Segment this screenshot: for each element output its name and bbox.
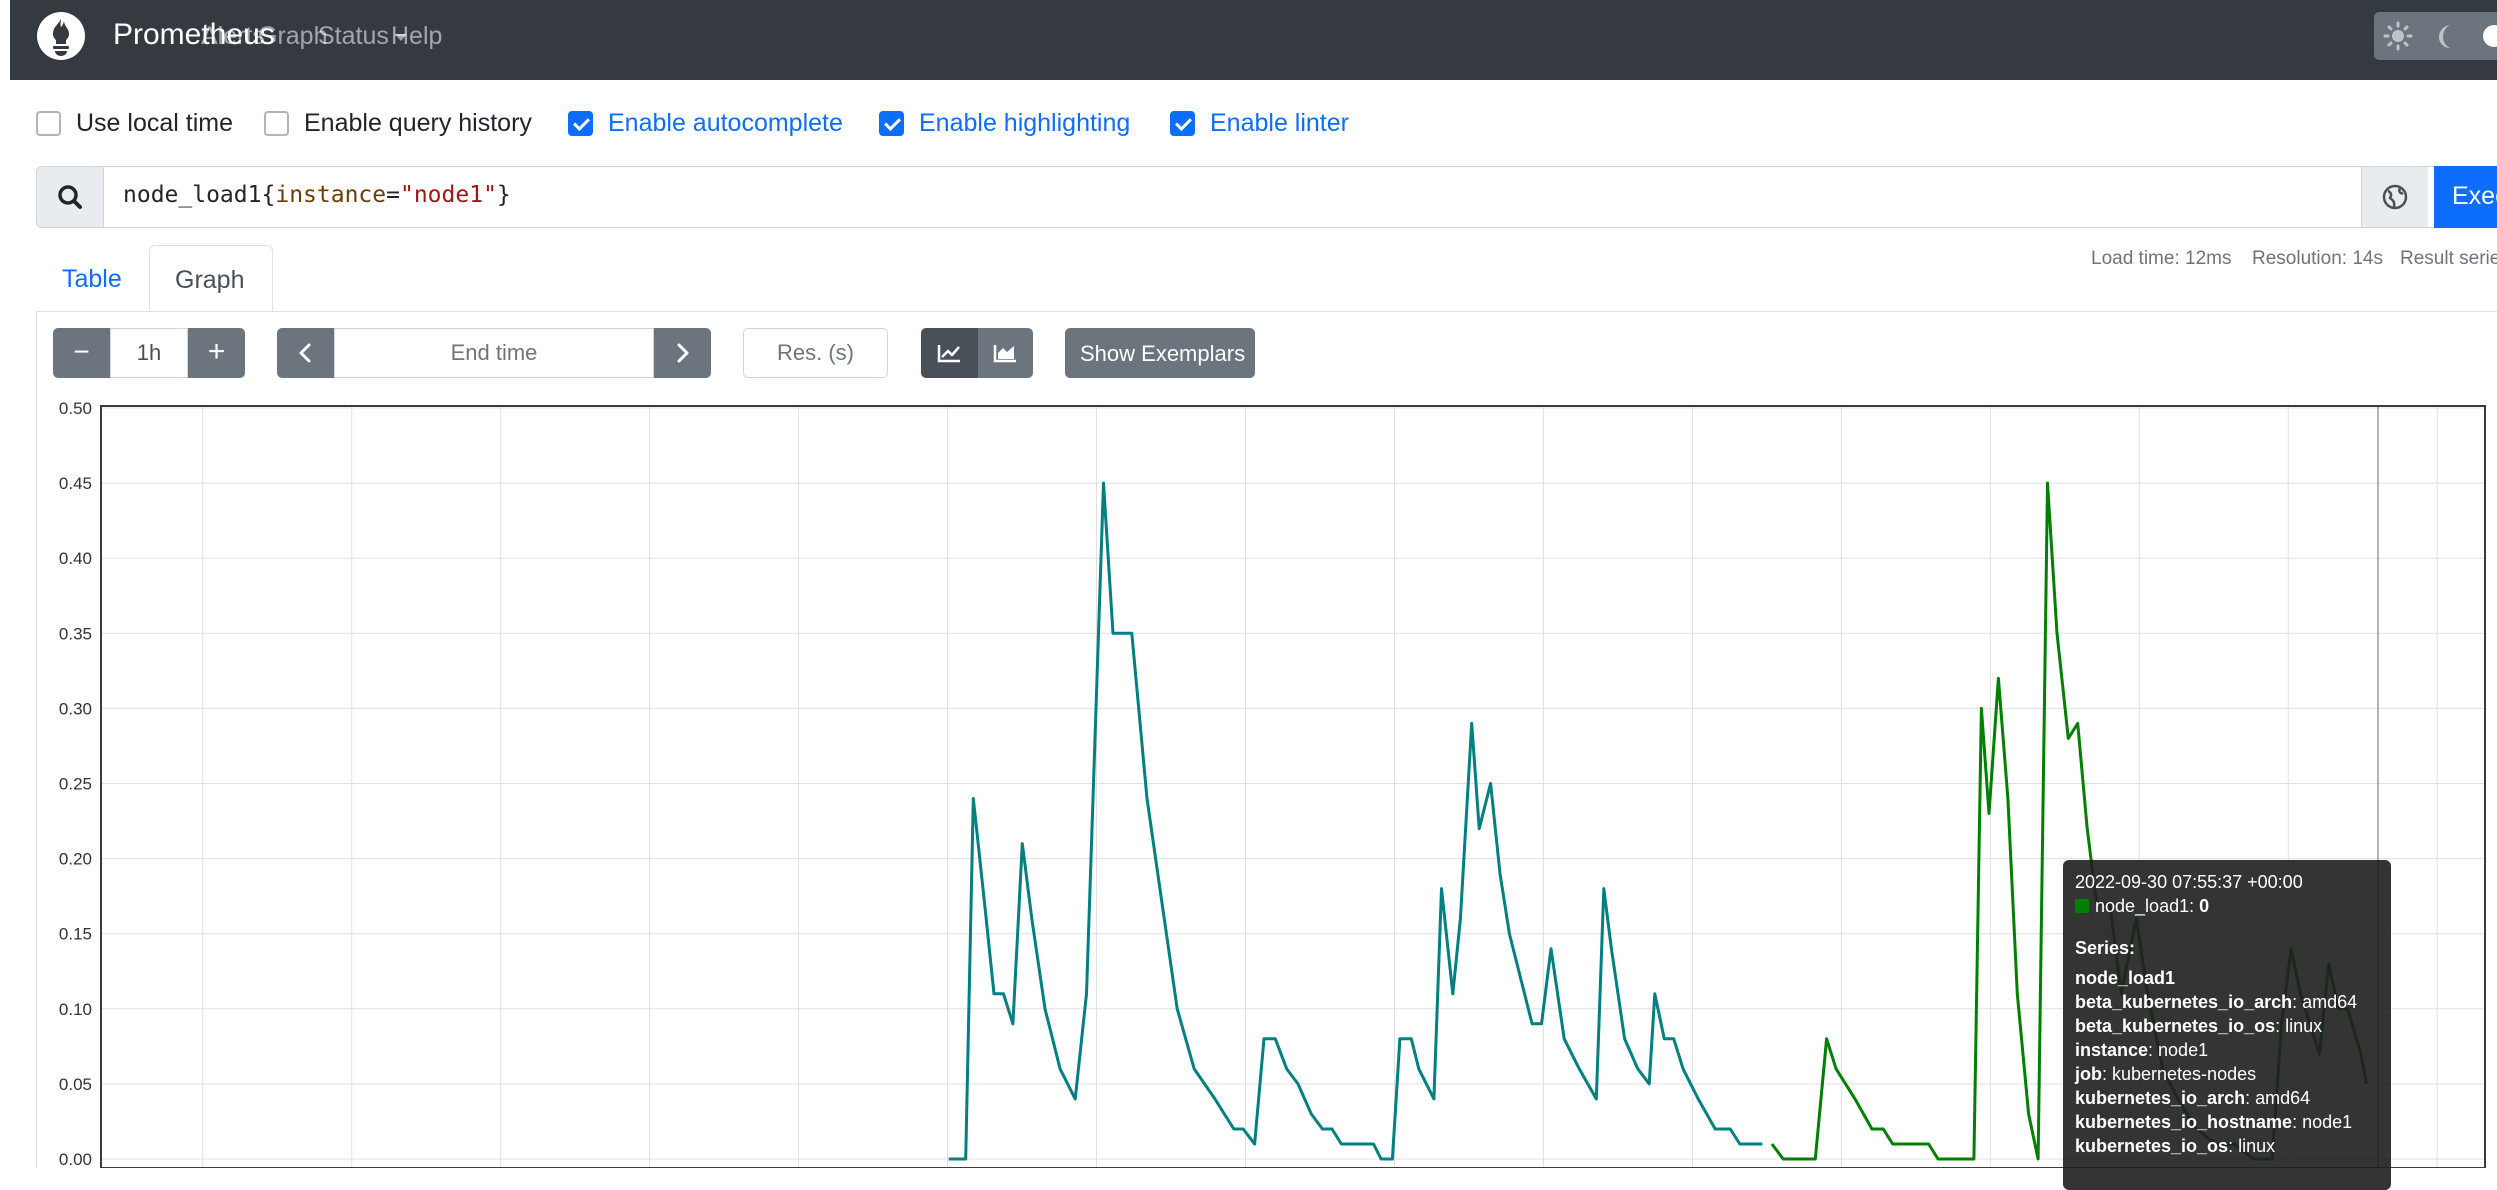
y-tick-label: 0.30 xyxy=(59,699,92,718)
label-value: : node1 xyxy=(2148,1040,2209,1060)
tooltip-labels: beta_kubernetes_io_arch: amd64 beta_kuber… xyxy=(2075,990,2379,1158)
label-key: kubernetes_io_os xyxy=(2075,1136,2229,1156)
tooltip-label-row: instance: node1 xyxy=(2075,1038,2379,1062)
tooltip-series-heading: Series: xyxy=(2075,936,2379,960)
tooltip-value: 0 xyxy=(2199,896,2210,916)
label-key: instance xyxy=(2075,1040,2149,1060)
tooltip-label-row: kubernetes_io_os: linux xyxy=(2075,1134,2379,1158)
y-axis-ticks: 0.50 0.45 0.40 0.35 0.30 0.25 0.20 0.15 0.10 0.05… xyxy=(59,399,92,1168)
y-tick-label: 0.40 xyxy=(59,549,92,568)
label-key: kubernetes_io_hostname xyxy=(2075,1112,2293,1132)
y-tick-label: 0.15 xyxy=(59,925,92,944)
series-line[interactable] xyxy=(948,481,1763,1161)
y-tick-label: 0.05 xyxy=(59,1075,92,1094)
label-value: : linux xyxy=(2275,1016,2323,1036)
label-value: : node1 xyxy=(2292,1112,2353,1132)
tooltip-label-row: kubernetes_io_hostname: node1 xyxy=(2075,1110,2379,1134)
series-heading: Series: xyxy=(2075,938,2136,958)
label-key: kubernetes_io_arch xyxy=(2075,1088,2246,1108)
tooltip-timestamp: 2022-09-30 07:55:37 +00:00 xyxy=(2075,872,2303,892)
tooltip-series-name: node_load1 xyxy=(2095,896,2190,916)
label-value: : amd64 xyxy=(2245,1088,2311,1108)
y-tick-label: 0.20 xyxy=(59,850,92,869)
tooltip-label-row: job: kubernetes-nodes xyxy=(2075,1062,2379,1086)
label-key: job xyxy=(2075,1064,2102,1084)
y-tick-label: 0.45 xyxy=(59,474,92,493)
label-value: : linux xyxy=(2228,1136,2276,1156)
y-tick-label: 0.00 xyxy=(59,1150,92,1168)
series-color-swatch xyxy=(2075,899,2089,913)
tooltip-label-row: beta_kubernetes_io_arch: amd64 xyxy=(2075,990,2379,1014)
tooltip-label-row: beta_kubernetes_io_os: linux xyxy=(2075,1014,2379,1038)
tooltip-label-row: kubernetes_io_arch: amd64 xyxy=(2075,1086,2379,1110)
y-tick-label: 0.25 xyxy=(59,775,92,794)
y-tick-label: 0.35 xyxy=(59,624,92,643)
y-tick-label: 0.50 xyxy=(59,399,92,418)
label-value: : kubernetes-nodes xyxy=(2102,1064,2257,1084)
label-value: : amd64 xyxy=(2292,992,2358,1012)
y-tick-label: 0.10 xyxy=(59,1000,92,1019)
label-key: beta_kubernetes_io_arch xyxy=(2075,992,2293,1012)
label-key: beta_kubernetes_io_os xyxy=(2075,1016,2276,1036)
graph-tooltip: 2022-09-30 07:55:37 +00:00 node_load1: 0… xyxy=(2063,860,2391,1190)
tooltip-metric-name: node_load1 xyxy=(2075,966,2379,990)
metric-name: node_load1 xyxy=(2075,968,2176,988)
tooltip-series-value: node_load1: 0 xyxy=(2075,894,2379,918)
